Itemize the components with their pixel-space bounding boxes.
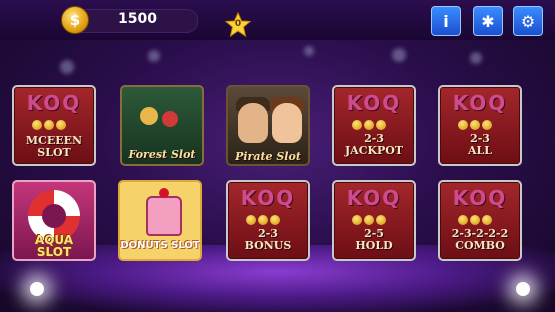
game-tile-all[interactable]: KOQ 2-3 ALL [438, 85, 522, 166]
game-title: HOLD [355, 239, 393, 252]
gear-icon: ⚙ [520, 11, 536, 31]
game-title-line2: SLOT [36, 245, 72, 259]
coins-decoration [246, 210, 292, 225]
spotlight [516, 282, 530, 296]
fruit-icon [140, 107, 158, 125]
game-tile-bonus[interactable]: KOQ 2-3 BONUS [226, 180, 310, 261]
game-title: JACKPOT [344, 144, 404, 157]
wheel-icon: ✱ [481, 11, 495, 31]
game-title: DONUTS SLOT [120, 240, 200, 251]
koq-logo: KOQ [346, 186, 402, 210]
coin-icon: $ [61, 6, 89, 34]
coin-balance: 1500 [118, 11, 157, 27]
bokeh-light [392, 48, 406, 62]
bokeh-light [148, 50, 160, 62]
pirate-character [272, 103, 302, 143]
game-title: ALL [467, 144, 492, 157]
coins-decoration [458, 210, 504, 225]
game-tile-mceeen-slot[interactable]: KOQ MCEEEN SLOT [12, 85, 96, 166]
coins-decoration [32, 115, 78, 130]
bokeh-light [304, 46, 314, 56]
spotlight [30, 282, 44, 296]
koq-logo: KOQ [452, 91, 508, 115]
pirate-character [238, 103, 268, 143]
info-icon: i [443, 11, 449, 31]
star-level-badge[interactable]: 0 [224, 11, 252, 38]
fruit-icon [162, 111, 178, 127]
coins-decoration [352, 115, 398, 130]
game-title: MCEEEN SLOT [25, 134, 83, 159]
game-title: COMBO [455, 239, 505, 252]
koq-logo: KOQ [240, 186, 296, 210]
bokeh-light [470, 52, 482, 64]
settings-button[interactable]: ⚙ [513, 6, 543, 36]
bokeh-light [60, 60, 74, 74]
game-title: BONUS [244, 239, 292, 252]
koq-logo: KOQ [26, 91, 82, 115]
koq-logo: KOQ [346, 91, 402, 115]
wheel-button[interactable]: ✱ [473, 6, 503, 36]
game-title: Forest Slot [128, 148, 196, 161]
coin-symbol: $ [69, 11, 81, 29]
coins-decoration [352, 210, 398, 225]
game-tile-pirate-slot[interactable]: Pirate Slot [226, 85, 310, 166]
coins-decoration [458, 115, 504, 130]
game-tile-forest-slot[interactable]: Forest Slot [120, 85, 204, 166]
game-tile-jackpot[interactable]: KOQ 2-3 JACKPOT [332, 85, 416, 166]
game-tile-aqua-slot[interactable]: AQUA SLOT [12, 180, 96, 261]
info-button[interactable]: i [431, 6, 461, 36]
game-tile-donuts-slot[interactable]: DONUTS SLOT [118, 180, 202, 261]
star-count: 0 [234, 19, 242, 29]
game-tile-hold[interactable]: KOQ 2-5 HOLD [332, 180, 416, 261]
game-title: Pirate Slot [235, 150, 301, 163]
game-tile-combo[interactable]: KOQ 2-3-2-2-2 COMBO [438, 180, 522, 261]
koq-logo: KOQ [452, 186, 508, 210]
cupcake-icon [146, 188, 182, 236]
